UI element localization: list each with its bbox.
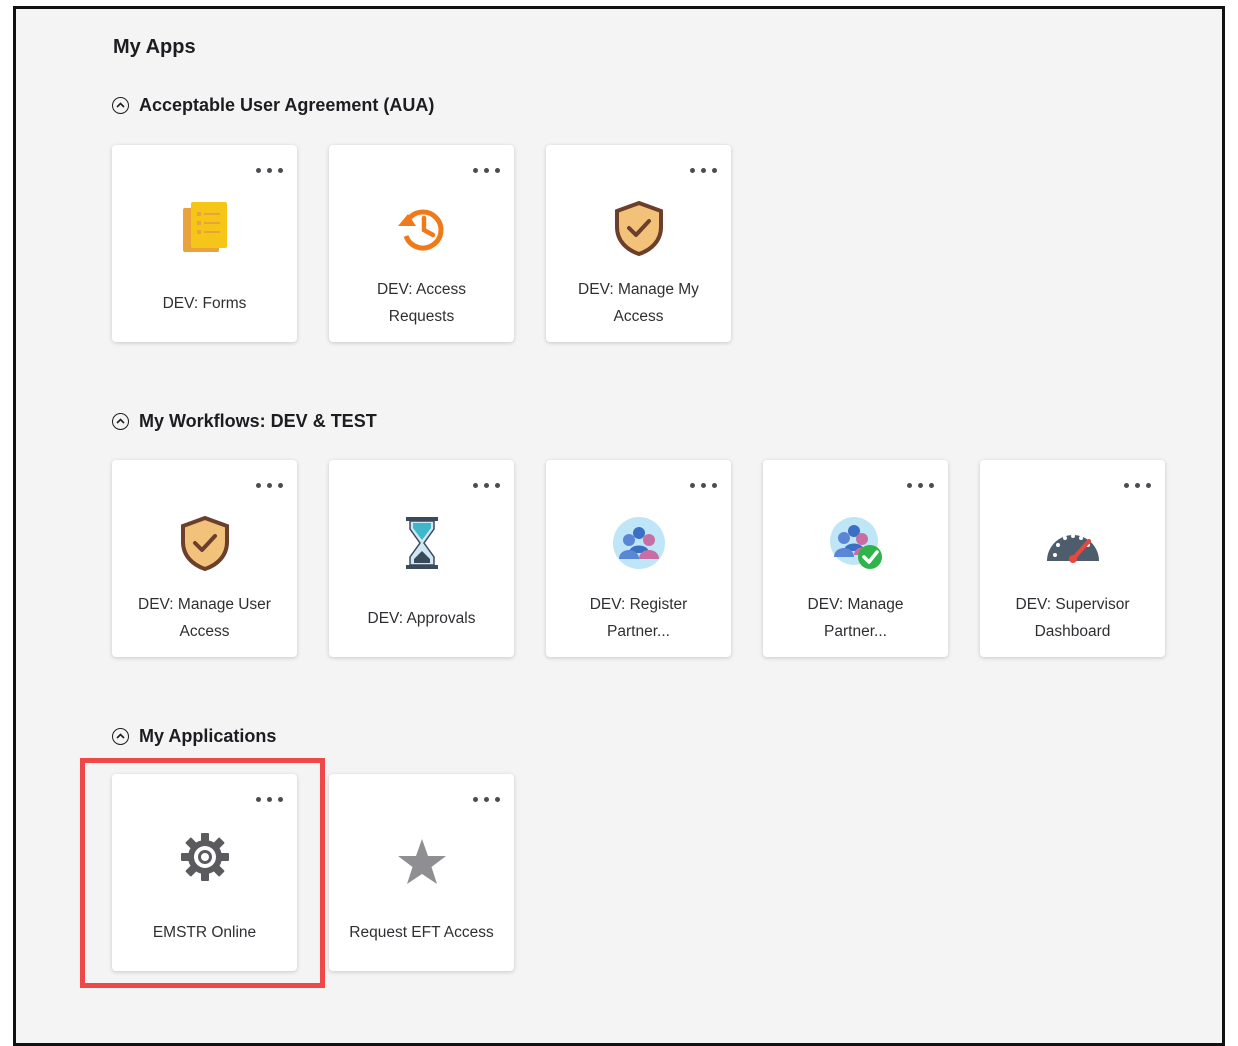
star-icon bbox=[394, 834, 450, 890]
history-icon bbox=[394, 200, 450, 256]
more-options-icon[interactable] bbox=[473, 478, 500, 492]
app-label: DEV: Supervisor Dashboard bbox=[1015, 596, 1130, 640]
more-options-icon[interactable] bbox=[256, 478, 283, 492]
more-options-icon[interactable] bbox=[473, 792, 500, 806]
app-card-supervisor-dashboard[interactable]: DEV: Supervisor Dashboard bbox=[980, 460, 1165, 657]
app-card-manage-my-access[interactable]: DEV: Manage My Access bbox=[546, 145, 731, 342]
app-label: DEV: Forms bbox=[162, 294, 247, 312]
section-title: My Applications bbox=[139, 726, 277, 746]
collapse-chevron-icon[interactable] bbox=[112, 413, 129, 430]
app-label: EMSTR Online bbox=[152, 923, 257, 941]
app-card-manage-user-access[interactable]: DEV: Manage User Access bbox=[112, 460, 297, 657]
more-options-icon[interactable] bbox=[256, 792, 283, 806]
app-card-request-eft-access[interactable]: Request EFT Access bbox=[329, 774, 514, 971]
more-options-icon[interactable] bbox=[907, 478, 934, 492]
more-options-icon[interactable] bbox=[256, 163, 283, 177]
app-label: DEV: Manage User Access bbox=[138, 596, 271, 640]
app-card-access-requests[interactable]: DEV: Access Requests bbox=[329, 145, 514, 342]
section-header-workflows[interactable]: My Workflows: DEV & TEST bbox=[112, 411, 377, 432]
forms-icon bbox=[177, 200, 233, 256]
app-label: DEV: Access Requests bbox=[376, 281, 466, 325]
people-group-icon bbox=[611, 515, 667, 571]
hourglass-icon bbox=[394, 515, 450, 571]
app-label: DEV: Approvals bbox=[367, 609, 476, 627]
app-card-forms[interactable]: DEV: Forms bbox=[112, 145, 297, 342]
gear-icon bbox=[177, 829, 233, 885]
app-label: DEV: Manage Partner... bbox=[807, 596, 904, 640]
more-options-icon[interactable] bbox=[1124, 478, 1151, 492]
more-options-icon[interactable] bbox=[690, 478, 717, 492]
app-card-emstr-online[interactable]: EMSTR Online bbox=[112, 774, 297, 971]
app-label: DEV: Manage My Access bbox=[578, 281, 699, 325]
section-title: Acceptable User Agreement (AUA) bbox=[139, 95, 435, 115]
section-header-aua[interactable]: Acceptable User Agreement (AUA) bbox=[112, 95, 434, 116]
more-options-icon[interactable] bbox=[473, 163, 500, 177]
app-label: Request EFT Access bbox=[349, 923, 494, 941]
app-card-approvals[interactable]: DEV: Approvals bbox=[329, 460, 514, 657]
section-title: My Workflows: DEV & TEST bbox=[139, 411, 377, 431]
shield-check-icon bbox=[611, 200, 667, 256]
app-card-manage-partner[interactable]: DEV: Manage Partner... bbox=[763, 460, 948, 657]
app-card-register-partner[interactable]: DEV: Register Partner... bbox=[546, 460, 731, 657]
collapse-chevron-icon[interactable] bbox=[112, 728, 129, 745]
people-check-icon bbox=[828, 515, 884, 571]
app-label: DEV: Register Partner... bbox=[589, 596, 688, 640]
shield-check-icon bbox=[177, 515, 233, 571]
more-options-icon[interactable] bbox=[690, 163, 717, 177]
speedometer-icon bbox=[1045, 515, 1101, 571]
section-header-my-applications[interactable]: My Applications bbox=[112, 726, 276, 747]
collapse-chevron-icon[interactable] bbox=[112, 97, 129, 114]
page-title: My Apps bbox=[113, 36, 196, 58]
